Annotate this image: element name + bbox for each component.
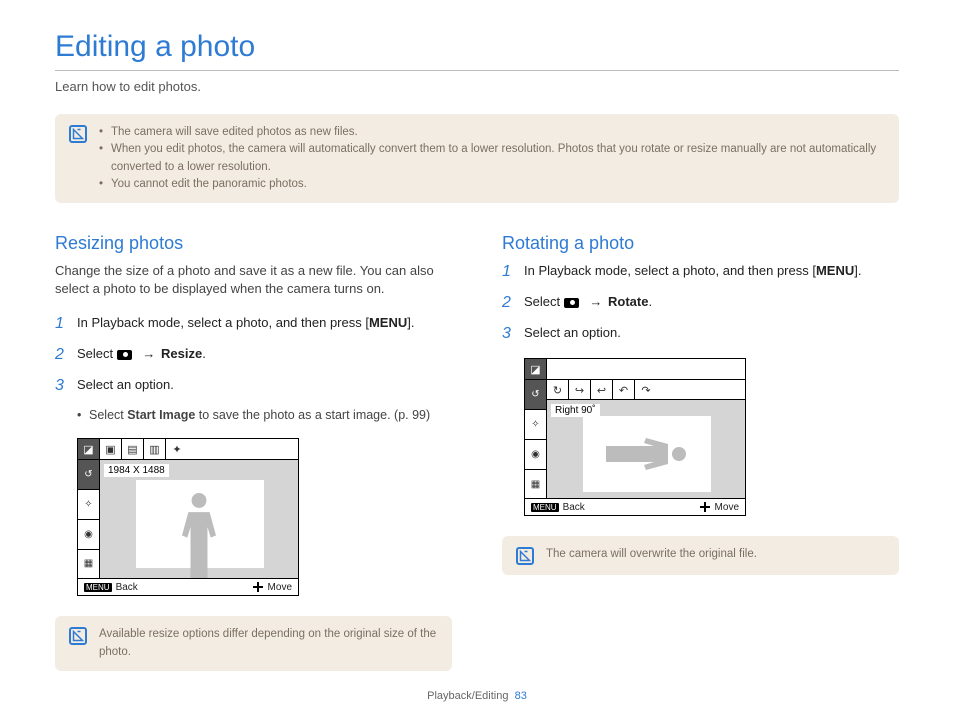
step-text: Select xyxy=(524,294,564,309)
info-icon xyxy=(69,125,87,143)
screenshot-sidebar: ↺ ✧ ◉ ▦ xyxy=(78,460,100,578)
step-number: 3 xyxy=(55,376,69,397)
rotate-tool-icon: ↻ xyxy=(547,380,569,400)
tool-icon: ▥ xyxy=(144,439,166,459)
step-text: . xyxy=(202,346,206,361)
step-text: Select an option. xyxy=(524,324,621,345)
step-text: In Playback mode, select a photo, and th… xyxy=(524,263,816,278)
step-number: 1 xyxy=(55,314,69,335)
rotate-note-text: The camera will overwrite the original f… xyxy=(546,546,757,563)
side-icon: ◉ xyxy=(78,520,99,550)
step-text: Select xyxy=(77,346,117,361)
step-text: Select an option. xyxy=(77,376,174,397)
step-text: In Playback mode, select a photo, and th… xyxy=(77,315,369,330)
resize-note-callout: Available resize options differ dependin… xyxy=(55,616,452,671)
back-label: Back xyxy=(116,582,138,593)
top-note-item: You cannot edit the panoramic photos. xyxy=(99,176,885,193)
rotate-tool-icon: ↶ xyxy=(613,380,635,400)
rotate-screenshot: ◪ ↺ ✧ ◉ ▦ ↻ ↪ ↩ ↶ xyxy=(524,358,746,516)
camera-icon xyxy=(564,296,584,309)
rotate-tool-icon: ↪ xyxy=(569,380,591,400)
side-icon: ✧ xyxy=(78,490,99,520)
rotating-step-1: 1 In Playback mode, select a photo, and … xyxy=(502,262,899,283)
side-icon: ▦ xyxy=(78,550,99,579)
step-text: ]. xyxy=(854,263,861,278)
resizing-intro: Change the size of a photo and save it a… xyxy=(55,262,452,298)
resize-screenshot: ◪ ▣ ▤ ▥ ✦ ↺ ✧ ◉ ▦ 1984 X 1488 xyxy=(77,438,299,596)
screenshot-canvas: ↻ ↪ ↩ ↶ ↷ Right 90˚ xyxy=(547,380,745,498)
resizing-column: Resizing photos Change the size of a pho… xyxy=(55,233,452,701)
page-title: Editing a photo xyxy=(55,30,899,64)
screenshot-sidebar: ↺ ✧ ◉ ▦ xyxy=(525,380,547,498)
side-icon: ✧ xyxy=(525,410,546,440)
screenshot-toolbar: ◪ ▣ ▤ ▥ ✦ xyxy=(78,439,298,460)
resizing-heading: Resizing photos xyxy=(55,233,452,254)
rotating-column: Rotating a photo 1 In Playback mode, sel… xyxy=(502,233,899,701)
step-number: 1 xyxy=(502,262,516,283)
dpad-icon xyxy=(252,581,264,593)
tool-icon: ◪ xyxy=(525,359,547,379)
step-number: 2 xyxy=(502,293,516,314)
resize-note-text: Available resize options differ dependin… xyxy=(99,626,438,661)
resizing-step-2: 2 Select → Resize. xyxy=(55,345,452,366)
info-icon xyxy=(516,547,534,565)
page-footer: Playback/Editing 83 xyxy=(0,690,954,702)
side-icon: ↺ xyxy=(525,380,546,410)
info-icon xyxy=(69,627,87,645)
sub-bullet-item: Select Start Image to save the photo as … xyxy=(77,407,452,425)
dpad-icon xyxy=(699,501,711,513)
tool-icon xyxy=(547,359,569,379)
arrow-icon: → xyxy=(586,294,606,309)
screenshot-footer: MENU Back Move xyxy=(525,498,745,515)
tool-icon: ✦ xyxy=(166,439,188,459)
rotate-tool-icon: ↩ xyxy=(591,380,613,400)
screenshot-canvas: 1984 X 1488 xyxy=(100,460,298,578)
side-icon: ▦ xyxy=(525,470,546,499)
page-number: 83 xyxy=(515,690,527,702)
resize-label: Resize xyxy=(161,346,202,361)
step-text: ]. xyxy=(407,315,414,330)
side-icon: ◉ xyxy=(525,440,546,470)
top-note-callout: The camera will save edited photos as ne… xyxy=(55,114,899,203)
rotate-note-callout: The camera will overwrite the original f… xyxy=(502,536,899,575)
tool-icon: ◪ xyxy=(78,439,100,459)
step-number: 2 xyxy=(55,345,69,366)
menu-button-icon: MENU xyxy=(531,503,559,512)
tool-icon: ▤ xyxy=(122,439,144,459)
top-note-list: The camera will save edited photos as ne… xyxy=(99,124,885,193)
rotating-step-2: 2 Select → Rotate. xyxy=(502,293,899,314)
chapter-label: Playback/Editing xyxy=(427,690,508,702)
tool-icon: ▣ xyxy=(100,439,122,459)
back-label: Back xyxy=(563,502,585,513)
rotate-tool-icon: ↷ xyxy=(635,380,657,400)
rotating-step-3: 3 Select an option. xyxy=(502,324,899,345)
camera-icon xyxy=(117,348,137,361)
resizing-sub-bullet: Select Start Image to save the photo as … xyxy=(77,407,452,425)
resizing-step-1: 1 In Playback mode, select a photo, and … xyxy=(55,314,452,335)
move-label: Move xyxy=(715,502,739,513)
rotate-label: Rotate xyxy=(608,294,648,309)
resolution-tooltip: 1984 X 1488 xyxy=(104,464,169,477)
title-rule xyxy=(55,70,899,71)
top-note-item: The camera will save edited photos as ne… xyxy=(99,124,885,141)
screenshot-footer: MENU Back Move xyxy=(78,578,298,595)
step-text: . xyxy=(648,294,652,309)
side-icon: ↺ xyxy=(78,460,99,490)
page-intro: Learn how to edit photos. xyxy=(55,79,899,94)
arrow-icon: → xyxy=(139,346,159,361)
move-label: Move xyxy=(268,582,292,593)
person-silhouette-icon xyxy=(606,431,686,476)
resizing-step-3: 3 Select an option. xyxy=(55,376,452,397)
menu-label: MENU xyxy=(816,263,854,278)
step-number: 3 xyxy=(502,324,516,345)
person-silhouette-icon xyxy=(177,493,222,578)
rotating-heading: Rotating a photo xyxy=(502,233,899,254)
menu-label: MENU xyxy=(369,315,407,330)
screenshot-toolbar: ◪ xyxy=(525,359,745,380)
top-note-item: When you edit photos, the camera will au… xyxy=(99,141,885,176)
menu-button-icon: MENU xyxy=(84,583,112,592)
